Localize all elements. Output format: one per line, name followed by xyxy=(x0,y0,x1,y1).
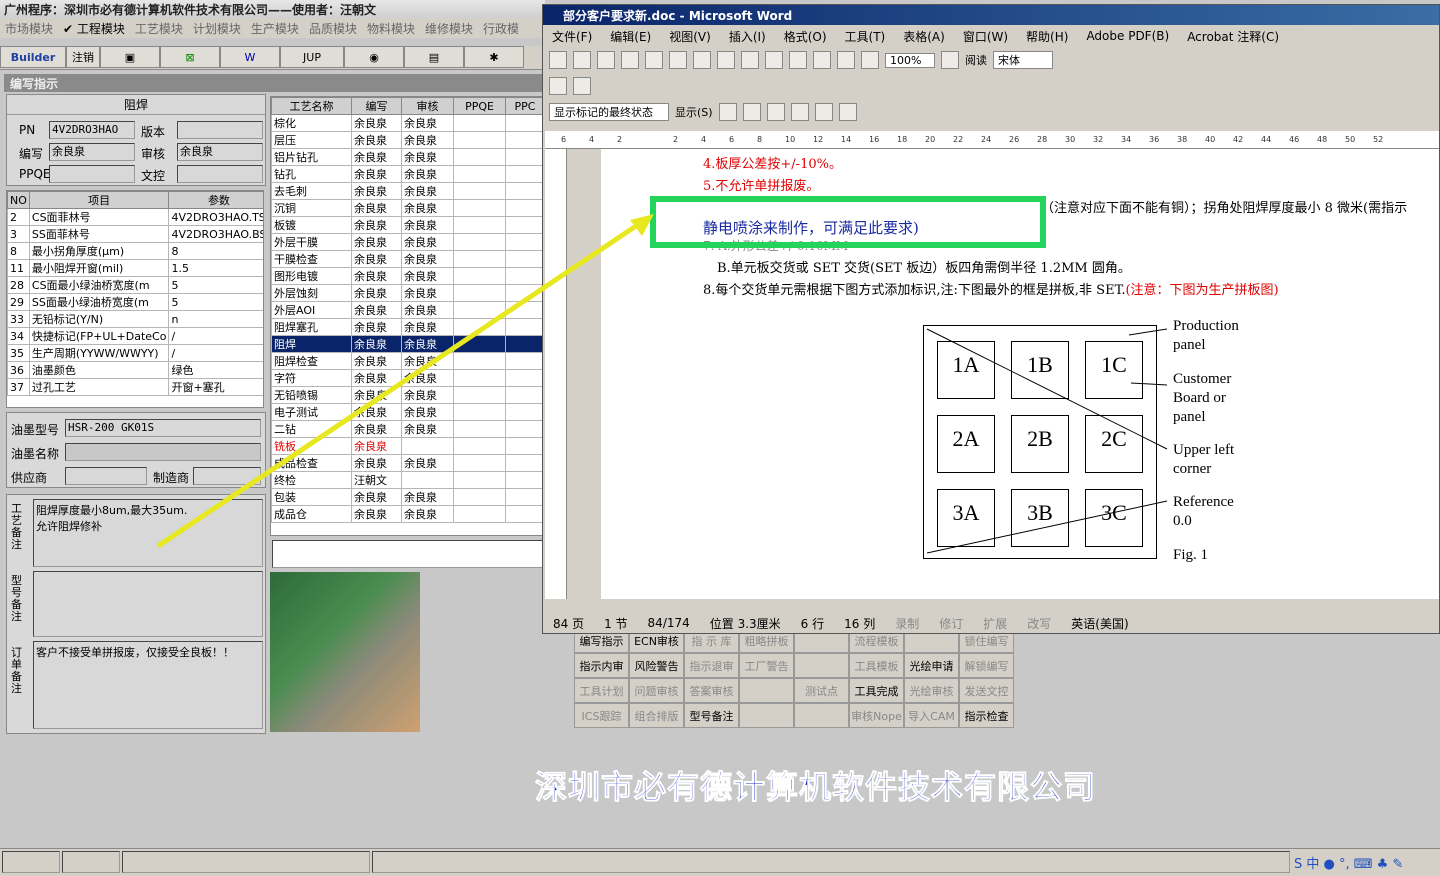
annotation-arrow xyxy=(156,214,654,549)
yellow-arrow-line xyxy=(156,215,650,549)
